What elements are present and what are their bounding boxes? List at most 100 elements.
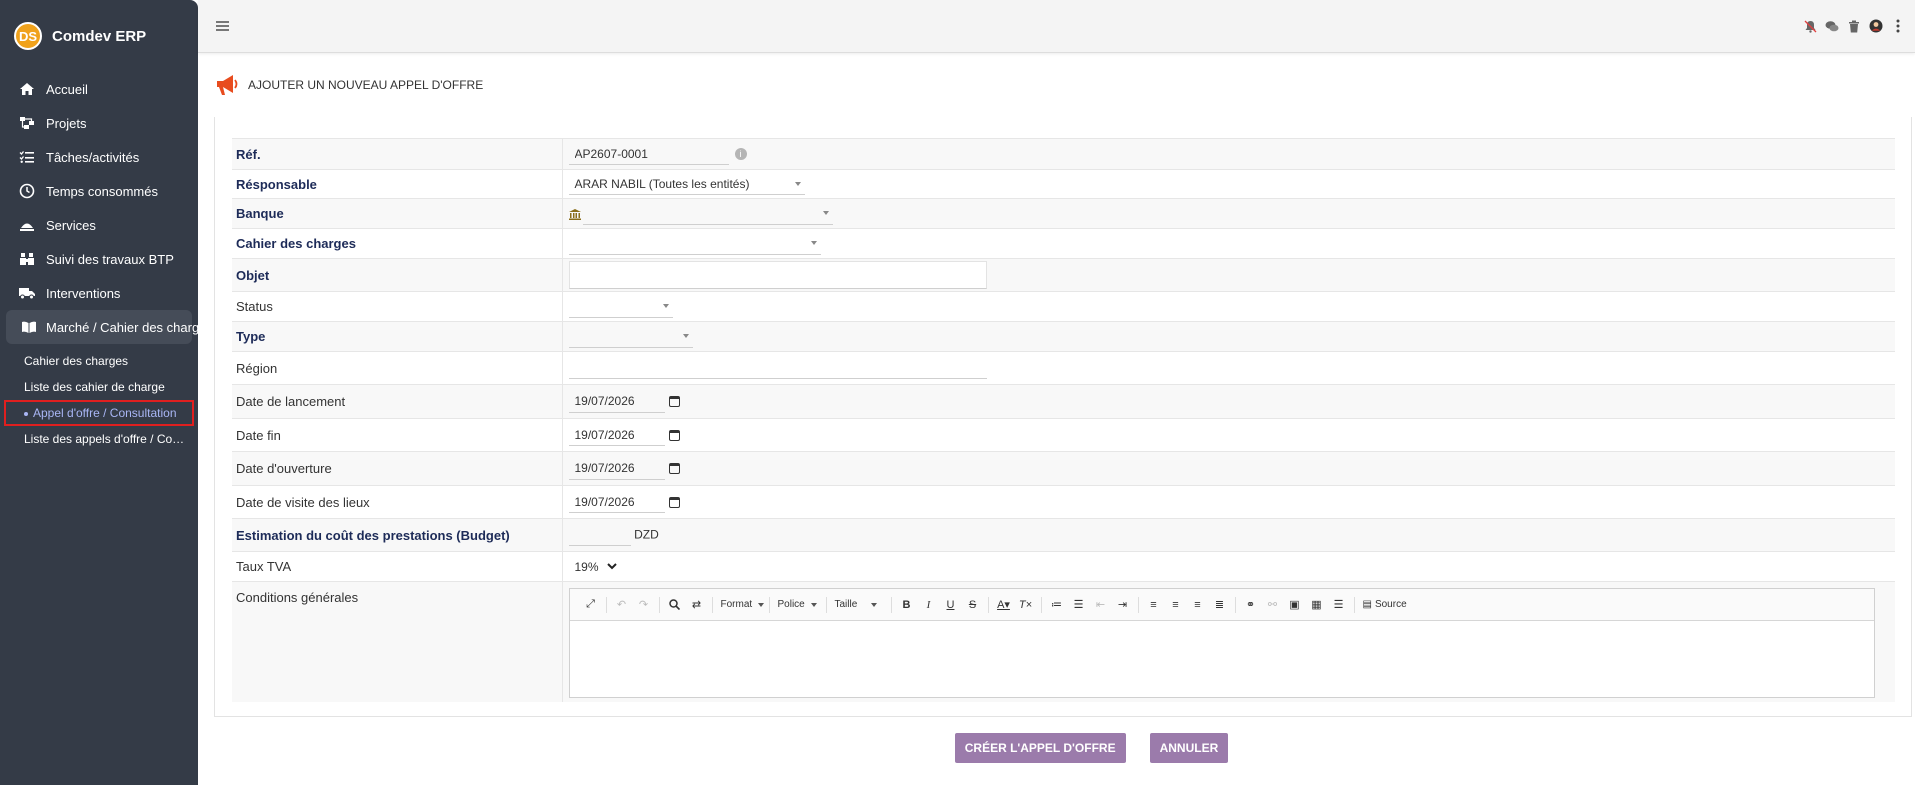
size-dropdown[interactable]: Taille [831,594,887,616]
align-center-icon[interactable]: ≡ [1165,594,1187,616]
appel-offre-form: Réf. i Résponsable ARAR NABIL (Toutes le… [232,138,1895,702]
horizontal-line-icon[interactable]: ☰ [1328,594,1350,616]
sidebar-subitem-appel-offre[interactable]: Appel d'offre / Consultation [4,400,194,426]
align-right-icon[interactable]: ≡ [1187,594,1209,616]
font-dropdown[interactable]: Police [774,594,822,616]
form-row-date-visite: Date de visite des lieux [232,485,1895,519]
chevron-down-icon [794,181,801,186]
sidebar-item-temps[interactable]: Temps consommés [0,174,198,208]
underline-icon[interactable]: U [940,594,962,616]
active-dot-icon [24,411,28,416]
text-color-icon[interactable]: A▾ [993,594,1015,616]
budget-label: Estimation du coût des prestations (Budg… [232,518,563,552]
sidebar-item-projets[interactable]: Projets [0,106,198,140]
source-button[interactable]: ▤ Source [1359,594,1411,616]
date-visite-input[interactable] [568,491,665,513]
sidebar-subitem-cahier[interactable]: Cahier des charges [0,348,190,374]
image-icon[interactable]: ▣ [1284,594,1306,616]
sidebar-item-taches[interactable]: Tâches/activités [0,140,198,174]
sidebar-item-interventions[interactable]: Interventions [0,276,198,310]
strikethrough-icon[interactable]: S [962,594,984,616]
sidebar-item-label: Tâches/activités [46,149,140,165]
indent-icon[interactable]: ⇥ [1112,594,1134,616]
objet-label: Objet [232,258,563,292]
redo-icon[interactable]: ↷ [633,594,655,616]
chevron-down-icon [871,602,878,607]
numbered-list-icon[interactable]: ≔ [1046,594,1068,616]
clock-icon [17,183,37,199]
sidebar-item-label: Marché / Cahier des charges [46,319,198,335]
table-icon[interactable]: ▦ [1306,594,1328,616]
banque-select[interactable] [582,203,833,225]
bold-icon[interactable]: B [896,594,918,616]
calendar-icon[interactable] [668,429,680,441]
trash-icon[interactable] [1847,19,1861,33]
date-ouverture-input[interactable] [568,457,665,480]
region-input[interactable] [568,357,987,379]
tva-select[interactable]: 19% [569,556,621,578]
banque-label: Banque [232,198,563,229]
form-row-status: Status [232,291,1895,322]
sidebar-subitem-liste-appels[interactable]: Liste des appels d'offre / Consultation [0,426,190,452]
editor-content-area[interactable] [569,621,1874,697]
ref-input[interactable] [568,143,729,165]
cancel-button[interactable]: ANNULER [1149,733,1229,763]
sidebar-item-accueil[interactable]: Accueil [0,72,198,106]
sidebar: DS Comdev ERP Accueil Projets Tâches/act… [0,0,198,785]
brand[interactable]: DS Comdev ERP [0,0,198,72]
sidebar-item-label: Temps consommés [46,183,158,199]
chevron-down-icon [682,334,689,338]
calendar-icon[interactable] [668,463,680,474]
replace-icon[interactable]: ⇄ [686,594,708,616]
bell-slash-icon[interactable] [1803,19,1817,33]
sidebar-item-label: Services [46,217,96,233]
objet-input[interactable] [568,261,987,289]
sidebar-submenu: Cahier des charges Liste des cahier de c… [0,344,198,452]
form-row-ref: Réf. i [232,138,1895,170]
kebab-menu-icon[interactable] [1891,19,1905,33]
sidebar-item-label: Suivi des travaux BTP [46,251,174,267]
chevron-down-icon [810,241,817,245]
undo-icon[interactable]: ↶ [611,594,633,616]
megaphone-icon [214,74,240,96]
form-row-region: Région [232,351,1895,385]
italic-icon[interactable]: I [918,594,940,616]
user-avatar[interactable] [1869,19,1883,33]
format-dropdown[interactable]: Format [717,594,765,616]
clear-format-icon[interactable]: T× [1015,594,1037,616]
outdent-icon[interactable]: ⇤ [1090,594,1112,616]
date-fin-input[interactable] [568,424,665,446]
calendar-icon[interactable] [668,396,680,407]
source-label: Source [1374,599,1407,610]
binoculars-icon [17,251,37,267]
sidebar-item-label: Accueil [46,81,88,97]
calendar-icon[interactable] [668,496,680,508]
maximize-icon[interactable]: ⤢ [580,594,602,616]
status-select[interactable] [568,296,673,318]
date-lancement-input[interactable] [568,390,665,413]
sidebar-subitem-label: Appel d'offre / Consultation [33,406,177,420]
info-icon[interactable]: i [734,148,747,160]
chevron-down-icon [606,563,617,570]
conditions-label: Conditions générales [232,581,563,702]
comments-icon[interactable] [1825,19,1839,33]
unlink-icon[interactable]: ⚯ [1262,594,1284,616]
justify-icon[interactable]: ≣ [1209,594,1231,616]
budget-input[interactable] [568,524,631,546]
type-select[interactable] [568,326,693,348]
sidebar-item-services[interactable]: Services [0,208,198,242]
responsable-select[interactable]: ARAR NABIL (Toutes les entités) [568,173,805,195]
sidebar-subitem-liste-cahier[interactable]: Liste des cahier de charge [0,374,190,400]
hamburger-menu-icon[interactable] [216,21,229,31]
align-left-icon[interactable]: ≡ [1143,594,1165,616]
search-icon[interactable] [664,594,686,616]
chevron-down-icon [662,304,669,308]
bullet-list-icon[interactable]: ☰ [1068,594,1090,616]
sidebar-item-btp[interactable]: Suivi des travaux BTP [0,242,198,276]
page-title: AJOUTER UN NOUVEAU APPEL D'OFFRE [248,78,484,92]
link-icon[interactable]: ⚭ [1240,594,1262,616]
cahier-select[interactable] [568,233,821,255]
sidebar-item-marche[interactable]: Marché / Cahier des charges [6,310,198,344]
create-button[interactable]: CRÉER L'APPEL D'OFFRE [954,733,1126,763]
book-icon [21,319,37,335]
